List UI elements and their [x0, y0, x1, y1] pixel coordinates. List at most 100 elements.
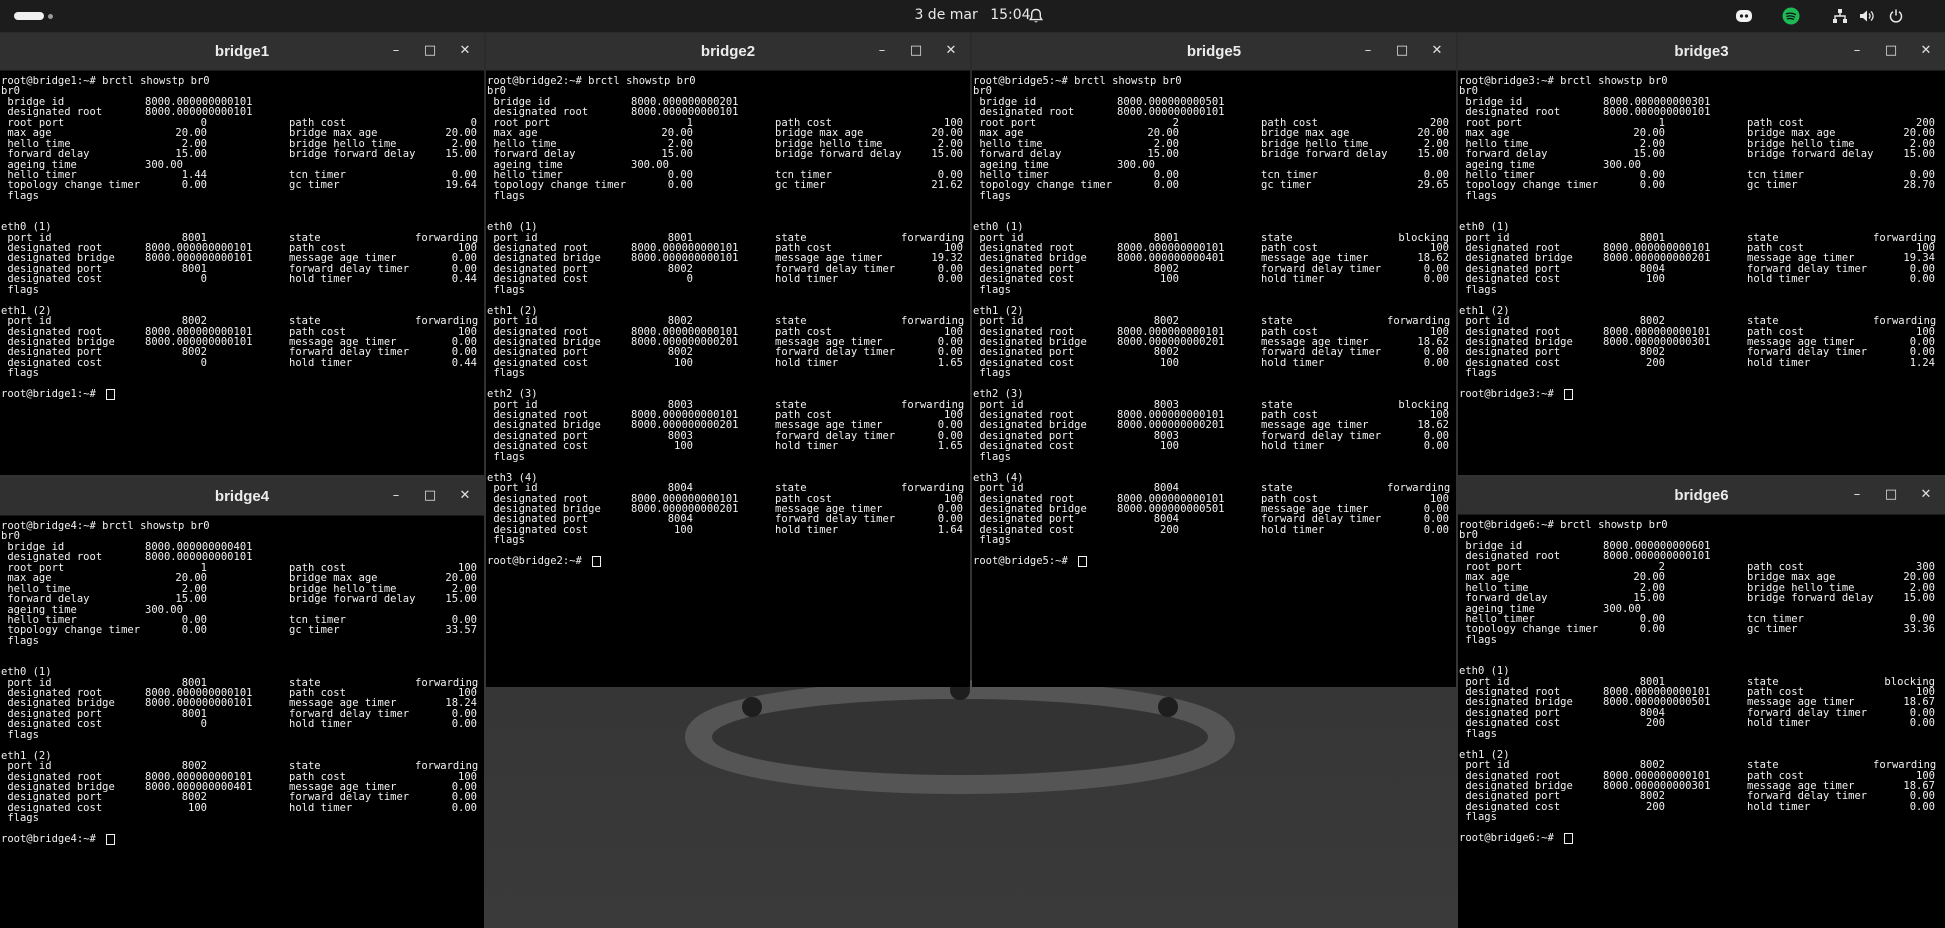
network-icon[interactable]: [1832, 8, 1848, 28]
maximize-icon[interactable]: □: [1394, 43, 1410, 59]
terminal-line: flags: [1459, 634, 1945, 645]
minimize-icon[interactable]: –: [1849, 487, 1865, 503]
terminal-line: max age 20.00 bridge max age 20.00: [1, 573, 484, 584]
minimize-icon[interactable]: –: [388, 488, 404, 504]
window-titlebar[interactable]: bridge4 – □ ✕: [0, 478, 484, 516]
power-icon[interactable]: [1888, 8, 1904, 28]
terminal-field: 300.00: [1117, 158, 1155, 171]
maximize-icon[interactable]: □: [908, 43, 924, 59]
window-titlebar[interactable]: bridge2 – □ ✕: [486, 33, 970, 71]
window-titlebar[interactable]: bridge3 – □ ✕: [1458, 33, 1945, 71]
terminal-field: 15.00: [1147, 148, 1179, 161]
terminal-field: 100: [188, 801, 207, 814]
close-icon[interactable]: ✕: [457, 488, 473, 504]
close-icon[interactable]: ✕: [1918, 43, 1934, 59]
terminal-line: eth3 (4): [973, 472, 1456, 483]
terminal-text: root@bridge4:~#: [1, 833, 103, 846]
terminal-line: root@bridge6:~# brctl showstp br0: [1459, 519, 1945, 531]
terminal-field: 8002: [1639, 315, 1665, 328]
terminal-text: flags: [1, 634, 39, 647]
close-icon[interactable]: ✕: [943, 43, 959, 59]
terminal-field: forwarding: [415, 315, 479, 328]
close-icon[interactable]: ✕: [457, 43, 473, 59]
terminal-line: flags: [487, 284, 970, 295]
terminal-line: eth0 (1): [1459, 222, 1945, 233]
terminal-window-bridge4[interactable]: bridge4 – □ ✕ root@bridge4:~# brctl showstp …: [0, 478, 484, 928]
terminal-text: root@bridge2:~#: [487, 555, 589, 568]
date-label[interactable]: 3 de mar: [914, 7, 977, 23]
terminal-line: designated cost 100 hold timer 0.00: [1459, 273, 1945, 286]
terminal-line: designated cost 100 hold timer 0.00: [973, 441, 1456, 452]
terminal-output[interactable]: root@bridge4:~# brctl showstp br0 br0 bri…: [1, 521, 484, 928]
terminal-field: forwarding: [1387, 482, 1451, 495]
maximize-icon[interactable]: □: [422, 43, 438, 59]
discord-icon[interactable]: [1735, 8, 1753, 28]
maximize-icon[interactable]: □: [422, 488, 438, 504]
minimize-icon[interactable]: –: [388, 43, 404, 59]
close-icon[interactable]: ✕: [1918, 487, 1934, 503]
spotify-icon[interactable]: [1782, 7, 1800, 29]
activities-icon[interactable]: [14, 12, 44, 20]
terminal-field: port id: [487, 315, 538, 328]
terminal-line: root port 1 path cost 100: [1, 562, 484, 573]
window-titlebar[interactable]: bridge6 – □ ✕: [1458, 477, 1945, 515]
terminal-output[interactable]: root@bridge3:~# brctl showstp br0 br0 bri…: [1459, 76, 1945, 475]
terminal-field: 8002: [1153, 315, 1179, 328]
terminal-field: 8004: [667, 482, 693, 495]
minimize-icon[interactable]: –: [1849, 43, 1865, 59]
terminal-line: designated cost 200 hold timer 0.00: [1459, 718, 1945, 729]
terminal-field: bridge forward delay: [775, 148, 902, 161]
window-titlebar[interactable]: bridge1 – □ ✕: [0, 33, 484, 71]
terminal-output[interactable]: root@bridge1:~# brctl showstp br0 br0 bri…: [1, 76, 484, 475]
terminal-field: 0.00: [1909, 273, 1935, 286]
minimize-icon[interactable]: –: [874, 43, 890, 59]
terminal-text: flags: [973, 189, 1011, 202]
terminal-field: state: [775, 315, 807, 328]
maximize-icon[interactable]: □: [1883, 43, 1899, 59]
terminal-field: 15.00: [931, 148, 963, 161]
terminal-cursor: [106, 834, 116, 846]
terminal-window-bridge3[interactable]: bridge3 – □ ✕ root@bridge3:~# brctl showstp …: [1458, 33, 1945, 475]
terminal-field: port id: [973, 482, 1024, 495]
terminal-line: designated root 8000.000000000101: [1, 107, 484, 118]
terminal-line: designated root 8000.000000000101: [1459, 551, 1945, 562]
terminal-field: hold timer: [1747, 273, 1811, 286]
terminal-line: root port 1 path cost 100: [487, 117, 970, 128]
maximize-icon[interactable]: □: [1883, 487, 1899, 503]
terminal-text: root@bridge6:~#: [1459, 832, 1561, 845]
terminal-field: state: [775, 482, 807, 495]
terminal-text: eth0 (1): [1, 666, 52, 679]
window-titlebar[interactable]: bridge5 – □ ✕: [972, 33, 1456, 71]
notification-bell-icon[interactable]: [1028, 8, 1044, 28]
time-label[interactable]: 15:04: [990, 7, 1030, 23]
minimize-icon[interactable]: –: [1360, 43, 1376, 59]
terminal-output[interactable]: root@bridge5:~# brctl showstp br0 br0 bri…: [973, 76, 1456, 687]
volume-icon[interactable]: [1858, 8, 1874, 28]
workspace-dot-icon: [48, 14, 53, 19]
terminal-field: 8002: [667, 262, 693, 275]
terminal-window-bridge1[interactable]: bridge1 – □ ✕ root@bridge1:~# brctl showstp …: [0, 33, 484, 475]
terminal-output[interactable]: root@bridge6:~# brctl showstp br0 br0 bri…: [1459, 520, 1945, 928]
terminal-line: eth2 (3): [487, 389, 970, 400]
terminal-line: port id 8004 state forwarding: [973, 482, 1456, 495]
terminal-field: forwarding: [901, 482, 965, 495]
terminal-text: root@bridge6:~# brctl showstp br0: [1459, 519, 1668, 531]
terminal-window-bridge5[interactable]: bridge5 – □ ✕ root@bridge5:~# brctl showstp …: [972, 33, 1456, 687]
window-title: bridge6: [1674, 487, 1729, 504]
terminal-window-bridge6[interactable]: bridge6 – □ ✕ root@bridge6:~# brctl showstp …: [1458, 477, 1945, 928]
terminal-window-bridge2[interactable]: bridge2 – □ ✕ root@bridge2:~# brctl showstp …: [486, 33, 970, 687]
terminal-text: flags: [1459, 189, 1497, 202]
terminal-field: forwarding: [415, 760, 479, 773]
terminal-field: 100: [674, 523, 693, 536]
terminal-field: hold timer: [1747, 356, 1811, 369]
terminal-field: hold timer: [1261, 273, 1325, 286]
terminal-field: gc timer: [1747, 623, 1798, 636]
close-icon[interactable]: ✕: [1429, 43, 1445, 59]
terminal-field: hold timer: [775, 273, 839, 286]
terminal-output[interactable]: root@bridge2:~# brctl showstp br0 br0 bri…: [487, 76, 970, 687]
